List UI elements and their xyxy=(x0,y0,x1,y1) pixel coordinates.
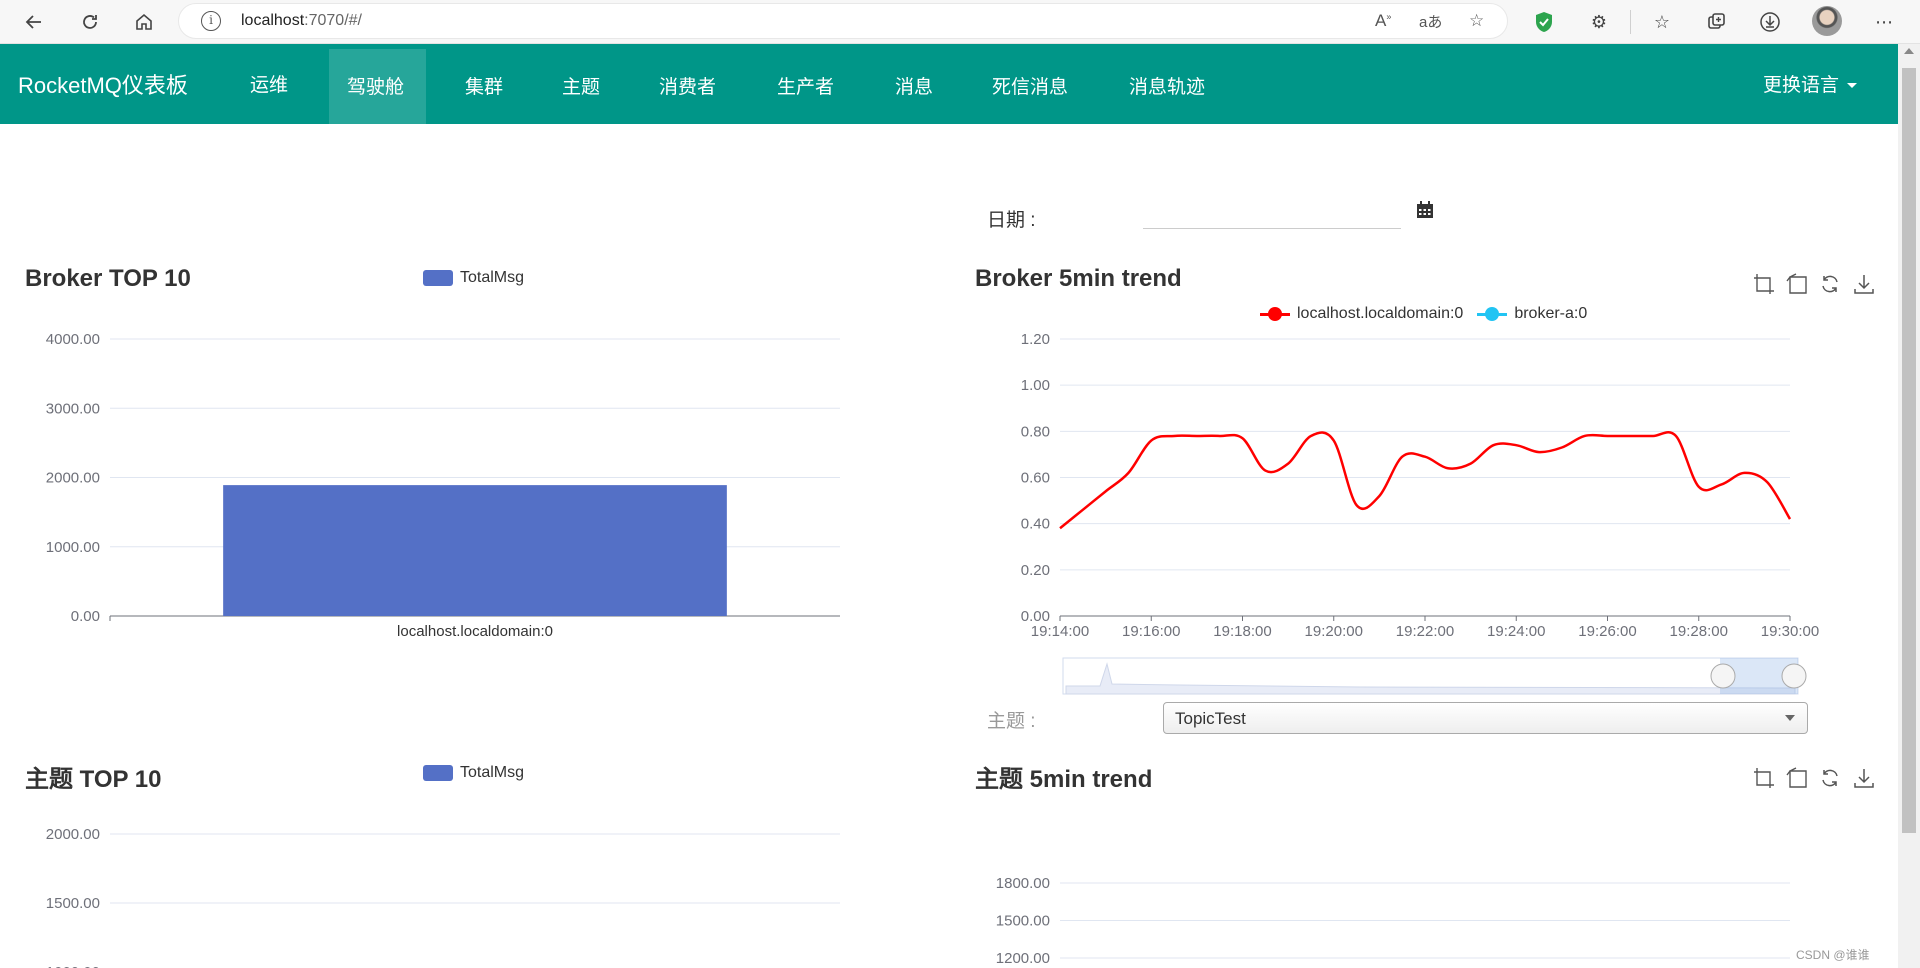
y-tick-label: 1800.00 xyxy=(996,875,1050,892)
zoom-reset-icon[interactable] xyxy=(1786,273,1808,295)
y-tick-label: 2000.00 xyxy=(46,826,100,843)
watermark: CSDN @谁谁 xyxy=(1796,948,1870,962)
refresh-icon[interactable] xyxy=(74,6,106,38)
translate-icon[interactable]: aあ xyxy=(1419,11,1442,32)
shield-icon[interactable] xyxy=(1530,8,1558,36)
more-icon[interactable]: ⋯ xyxy=(1870,8,1898,36)
nav-message-trace[interactable]: 消息轨迹 xyxy=(1129,72,1205,99)
legend-swatch xyxy=(423,270,453,286)
dropdown-arrow-icon xyxy=(1785,715,1795,721)
info-icon[interactable]: i xyxy=(201,11,221,31)
back-icon[interactable] xyxy=(18,6,50,38)
x-tick-label: 19:14:00 xyxy=(1031,623,1089,640)
topic-top10-legend[interactable]: TotalMsg xyxy=(423,764,524,782)
date-input[interactable] xyxy=(1143,201,1401,229)
address-bar[interactable]: i localhost:7070/#/ A» aあ ☆ xyxy=(178,3,1508,39)
topic-label: 主题 : xyxy=(987,711,1036,732)
topic-trend-chart: 1200.00 1500.00 1800.00 xyxy=(996,875,1790,967)
legend-label: TotalMsg xyxy=(460,269,525,286)
scroll-up-icon[interactable] xyxy=(1904,48,1914,54)
profile-avatar[interactable] xyxy=(1812,6,1842,36)
save-image-icon[interactable] xyxy=(1853,273,1875,295)
read-aloud-icon[interactable]: A» xyxy=(1375,11,1391,31)
y-tick-label: 0.20 xyxy=(1021,562,1050,579)
y-tick-label: 0.00 xyxy=(71,608,100,625)
nav-dashboard[interactable]: 驾驶舱 xyxy=(347,72,404,99)
datazoom-handle-left xyxy=(1710,663,1736,689)
language-dropdown[interactable]: 更换语言 xyxy=(1763,70,1858,97)
y-tick-label: 2000.00 xyxy=(46,470,100,487)
toolbar-separator xyxy=(1630,10,1631,34)
topic-top10-title: 主题 TOP 10 xyxy=(25,766,162,793)
y-tick-label: 0.40 xyxy=(1021,516,1050,533)
series-line xyxy=(1059,430,1792,530)
legend-swatch xyxy=(423,765,453,781)
nav-cluster[interactable]: 集群 xyxy=(465,72,503,99)
nav-topic[interactable]: 主题 xyxy=(562,72,600,99)
x-tick-label: localhost.localdomain:0 xyxy=(397,623,553,640)
y-tick-label: 1500.00 xyxy=(996,913,1050,930)
extensions-icon[interactable]: ⚙ xyxy=(1585,8,1613,36)
x-tick-label: 19:30:00 xyxy=(1761,623,1819,640)
add-favorite-icon[interactable]: ☆ xyxy=(1469,11,1484,31)
y-tick-label: 1.00 xyxy=(1021,377,1050,394)
topic-select[interactable]: TopicTest xyxy=(1163,702,1808,734)
restore-icon[interactable] xyxy=(1819,273,1841,295)
browser-toolbar: i localhost:7070/#/ A» aあ ☆ ⚙ ☆ ⋯ xyxy=(0,0,1920,44)
legend-label: TotalMsg xyxy=(460,764,525,781)
nav-ops[interactable]: 运维 xyxy=(250,70,288,97)
legend-line-icon xyxy=(1477,306,1508,321)
restore-icon[interactable] xyxy=(1819,767,1841,789)
collections-icon[interactable] xyxy=(1702,8,1730,36)
url-text[interactable]: localhost:7070/#/ xyxy=(241,12,362,30)
zoom-reset-icon[interactable] xyxy=(1786,767,1808,789)
save-image-icon[interactable] xyxy=(1853,767,1875,789)
x-tick-label: 19:28:00 xyxy=(1670,623,1728,640)
topic-selected-value: TopicTest xyxy=(1175,709,1246,728)
y-tick-label: 0.60 xyxy=(1021,470,1050,487)
brand-title[interactable]: RocketMQ仪表板 xyxy=(18,68,188,100)
favorites-icon[interactable]: ☆ xyxy=(1648,8,1676,36)
home-icon[interactable] xyxy=(128,6,160,38)
nav-dlq-message[interactable]: 死信消息 xyxy=(992,72,1068,99)
y-tick-label: 1500.00 xyxy=(46,895,100,912)
scroll-thumb[interactable] xyxy=(1902,68,1916,833)
nav-message[interactable]: 消息 xyxy=(895,72,933,99)
broker-trend-title: Broker 5min trend xyxy=(975,265,1182,292)
y-tick-label: 1.20 xyxy=(1021,331,1050,348)
y-tick-label: 4000.00 xyxy=(46,331,100,348)
datazoom-handle-right xyxy=(1781,663,1807,689)
y-tick-label: 0.80 xyxy=(1021,423,1050,440)
x-tick-label: 19:24:00 xyxy=(1487,623,1545,640)
topic-trend-title: 主题 5min trend xyxy=(975,766,1153,793)
x-tick-label: 19:20:00 xyxy=(1305,623,1363,640)
zoom-select-icon[interactable] xyxy=(1753,273,1775,295)
calendar-icon[interactable] xyxy=(1416,201,1434,219)
broker-top10-legend[interactable]: TotalMsg xyxy=(423,269,524,287)
x-tick-label: 19:18:00 xyxy=(1213,623,1271,640)
date-label: 日期 : xyxy=(987,210,1036,231)
broker-top10-chart: 0.00 1000.00 2000.00 3000.00 4000.00 localhos… xyxy=(46,331,840,640)
x-tick-label: 19:22:00 xyxy=(1396,623,1454,640)
nav-consumer[interactable]: 消费者 xyxy=(659,72,716,99)
y-tick-label: 3000.00 xyxy=(46,400,100,417)
caret-down-icon xyxy=(1847,83,1858,89)
nav-producer[interactable]: 生产者 xyxy=(777,72,834,99)
y-tick-label: 1000.00 xyxy=(46,539,100,556)
zoom-select-icon[interactable] xyxy=(1753,767,1775,789)
x-tick-label: 19:16:00 xyxy=(1122,623,1180,640)
y-tick-label: 1000.00 xyxy=(46,964,100,968)
page-scrollbar[interactable] xyxy=(1898,44,1920,968)
datazoom-preview xyxy=(1065,662,1796,695)
y-tick-label: 1200.00 xyxy=(996,950,1050,967)
topic-top10-chart: 1000.00 1500.00 2000.00 xyxy=(46,826,840,968)
broker-trend-chart: 0.000.200.400.600.801.001.2019:14:00 19:1… xyxy=(1021,331,1819,695)
legend-line-icon xyxy=(1260,306,1290,321)
broker-top10-title: Broker TOP 10 xyxy=(25,265,191,292)
bar xyxy=(223,485,727,616)
downloads-icon[interactable] xyxy=(1756,8,1784,36)
x-tick-label: 19:26:00 xyxy=(1578,623,1636,640)
app-navbar: RocketMQ仪表板 运维 驾驶舱 集群 主题 消费者 生产者 消息 死信消息… xyxy=(0,44,1898,124)
